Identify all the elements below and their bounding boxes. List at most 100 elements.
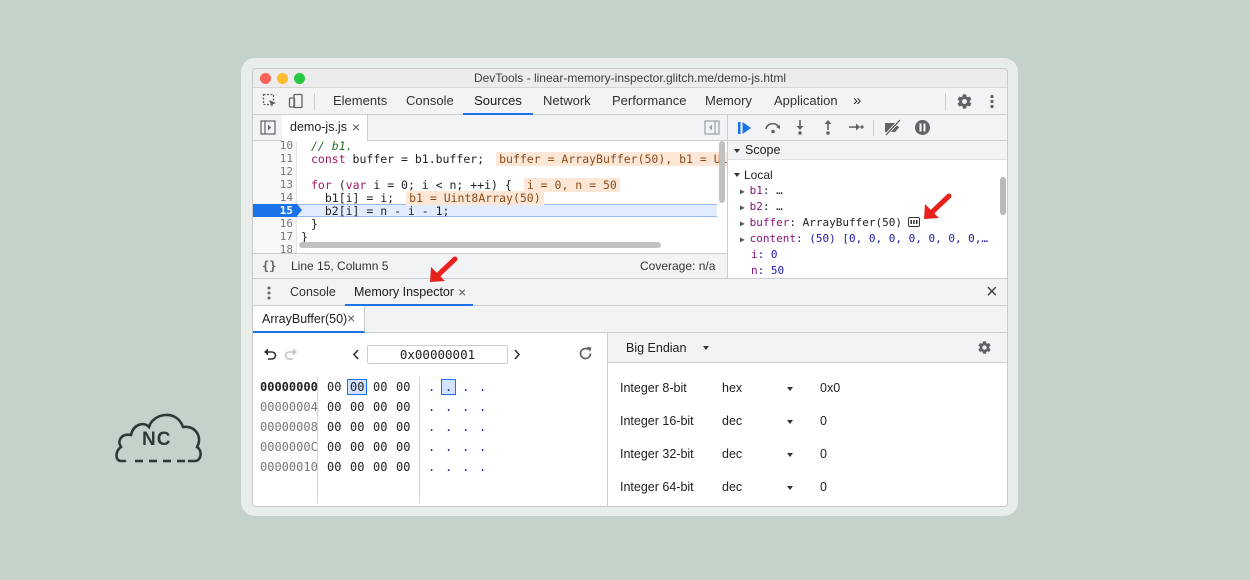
ascii-char[interactable]: . bbox=[462, 420, 469, 434]
file-tab-demo-js[interactable]: demo-js.js × bbox=[282, 115, 368, 141]
tab-network[interactable]: Network bbox=[543, 88, 591, 115]
line-number[interactable]: 13 bbox=[253, 178, 293, 191]
buffer-tab[interactable]: ArrayBuffer(50) × bbox=[253, 306, 365, 333]
drawer-tab-console[interactable]: Console bbox=[290, 279, 336, 306]
memory-byte[interactable]: 00 bbox=[350, 440, 364, 454]
redo-icon[interactable] bbox=[284, 347, 298, 361]
tab-console[interactable]: Console bbox=[406, 88, 454, 115]
ascii-char[interactable]: . bbox=[428, 460, 435, 474]
line-number[interactable]: 15 bbox=[253, 204, 293, 217]
resume-icon[interactable] bbox=[737, 120, 753, 136]
more-options-icon[interactable] bbox=[987, 93, 997, 110]
tab-memory[interactable]: Memory bbox=[705, 88, 752, 115]
memory-byte[interactable]: 00 bbox=[327, 440, 341, 454]
ascii-char[interactable]: . bbox=[462, 380, 469, 394]
device-toolbar-icon[interactable] bbox=[288, 93, 304, 109]
close-window-button[interactable] bbox=[260, 73, 271, 84]
memory-byte-selected[interactable]: 00 bbox=[346, 379, 368, 395]
close-drawer-icon[interactable]: × bbox=[986, 280, 998, 304]
deactivate-breakpoints-icon[interactable] bbox=[883, 119, 903, 136]
memory-byte[interactable]: 00 bbox=[350, 460, 364, 474]
vertical-scrollbar[interactable] bbox=[719, 141, 725, 203]
ascii-char[interactable]: . bbox=[428, 440, 435, 454]
value-format-select[interactable]: dec bbox=[722, 480, 742, 494]
memory-byte[interactable]: 00 bbox=[350, 400, 364, 414]
value-format-select[interactable]: dec bbox=[722, 414, 742, 428]
toggle-debugger-icon[interactable] bbox=[704, 120, 720, 135]
value-format-select[interactable]: dec bbox=[722, 447, 742, 461]
next-page-icon[interactable] bbox=[513, 349, 521, 360]
ascii-char[interactable]: . bbox=[479, 400, 486, 414]
previous-page-icon[interactable] bbox=[352, 349, 360, 360]
memory-byte[interactable]: 00 bbox=[350, 420, 364, 434]
horizontal-scrollbar[interactable] bbox=[299, 242, 661, 248]
memory-byte[interactable]: 00 bbox=[396, 380, 410, 394]
undo-icon[interactable] bbox=[263, 347, 277, 361]
ascii-char-selected[interactable]: . bbox=[440, 379, 457, 395]
drawer-menu-icon[interactable] bbox=[266, 285, 272, 301]
inspect-element-icon[interactable] bbox=[262, 93, 278, 109]
line-number[interactable]: 12 bbox=[253, 165, 293, 178]
buffer-tab-close-icon[interactable]: × bbox=[347, 310, 355, 326]
endianness-select[interactable]: Big Endian bbox=[626, 341, 686, 355]
ascii-char[interactable]: . bbox=[462, 460, 469, 474]
scope-item-b1[interactable]: ▶ b1: … bbox=[740, 184, 783, 197]
memory-byte[interactable]: 00 bbox=[396, 460, 410, 474]
ascii-char[interactable]: . bbox=[445, 420, 452, 434]
memory-inspector-icon[interactable] bbox=[908, 217, 920, 227]
ascii-char[interactable]: . bbox=[445, 400, 452, 414]
ascii-char[interactable]: . bbox=[428, 420, 435, 434]
scope-item-i[interactable]: i: 0 bbox=[751, 248, 778, 261]
value-settings-gear-icon[interactable] bbox=[977, 340, 992, 355]
memory-byte[interactable]: 00 bbox=[373, 400, 387, 414]
scope-header[interactable]: Scope bbox=[728, 141, 1007, 160]
scope-item-buffer[interactable]: ▶ buffer: ArrayBuffer(50) bbox=[740, 216, 902, 229]
ascii-char[interactable]: . bbox=[479, 380, 486, 394]
step-into-icon[interactable] bbox=[794, 119, 806, 136]
address-input[interactable]: 0x00000001 bbox=[367, 345, 508, 364]
memory-byte[interactable]: 00 bbox=[373, 420, 387, 434]
line-number[interactable]: 14 bbox=[253, 191, 293, 204]
memory-byte[interactable]: 00 bbox=[396, 440, 410, 454]
memory-byte[interactable]: 00 bbox=[373, 440, 387, 454]
code-editor[interactable]: 10 11 12 13 14 15 16 17 18 // b1. const … bbox=[253, 141, 727, 253]
pause-on-exceptions-icon[interactable] bbox=[914, 119, 931, 136]
toggle-navigator-icon[interactable] bbox=[260, 120, 276, 135]
tab-elements[interactable]: Elements bbox=[333, 88, 387, 115]
line-number[interactable]: 10 bbox=[253, 141, 293, 152]
pretty-print-button[interactable]: {} bbox=[262, 254, 276, 278]
line-number[interactable]: 16 bbox=[253, 217, 293, 230]
ascii-char[interactable]: . bbox=[428, 400, 435, 414]
file-tab-close-icon[interactable]: × bbox=[352, 119, 360, 135]
ascii-char[interactable]: . bbox=[479, 460, 486, 474]
ascii-char[interactable]: . bbox=[428, 380, 435, 394]
ascii-char[interactable]: . bbox=[445, 460, 452, 474]
step-out-icon[interactable] bbox=[822, 119, 834, 136]
memory-byte[interactable]: 00 bbox=[327, 460, 341, 474]
tab-performance[interactable]: Performance bbox=[612, 88, 686, 115]
memory-byte[interactable]: 00 bbox=[373, 380, 387, 394]
tab-sources[interactable]: Sources bbox=[463, 88, 533, 115]
scope-item-n[interactable]: n: 50 bbox=[751, 264, 784, 277]
memory-byte[interactable]: 00 bbox=[373, 460, 387, 474]
refresh-icon[interactable] bbox=[578, 346, 593, 361]
scope-scrollbar[interactable] bbox=[1000, 177, 1006, 215]
scope-item-b2[interactable]: ▶ b2: … bbox=[740, 200, 783, 213]
ascii-char[interactable]: . bbox=[479, 420, 486, 434]
memory-byte[interactable]: 00 bbox=[327, 400, 341, 414]
memory-byte[interactable]: 00 bbox=[396, 420, 410, 434]
zoom-window-button[interactable] bbox=[294, 73, 305, 84]
step-over-icon[interactable] bbox=[764, 119, 782, 135]
settings-gear-icon[interactable] bbox=[956, 93, 973, 110]
scope-item-content[interactable]: ▶ content: (50) [0, 0, 0, 0, 0, 0, 0,… bbox=[740, 232, 988, 245]
memory-byte[interactable]: 00 bbox=[396, 400, 410, 414]
tab-application[interactable]: Application bbox=[774, 88, 838, 115]
ascii-char[interactable]: . bbox=[462, 440, 469, 454]
value-format-select[interactable]: hex bbox=[722, 381, 742, 395]
memory-byte[interactable]: 00 bbox=[327, 380, 341, 394]
line-number[interactable]: 17 bbox=[253, 230, 293, 243]
step-icon[interactable] bbox=[848, 120, 864, 134]
minimize-window-button[interactable] bbox=[277, 73, 288, 84]
ascii-char[interactable]: . bbox=[462, 400, 469, 414]
ascii-char[interactable]: . bbox=[479, 440, 486, 454]
